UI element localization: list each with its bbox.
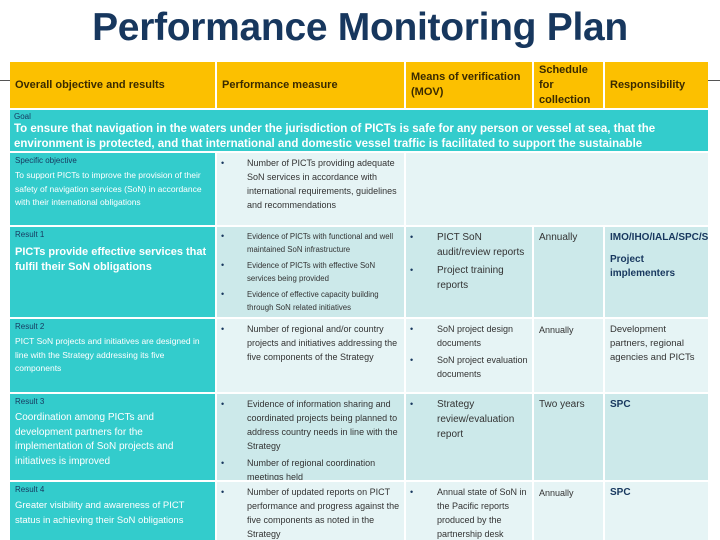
measure-item: • Evidence of PICTs with functional and w… <box>221 231 394 254</box>
header-schedule: Schedule for collection <box>534 62 603 108</box>
divider-line-left <box>0 80 10 81</box>
header-objective: Overall objective and results <box>10 62 215 108</box>
result-1-text: PICTs provide effective services that fu… <box>15 246 207 273</box>
header-responsibility: Responsibility <box>605 62 708 108</box>
specific-objective-measures: • Number of PICTs providing adequate SoN… <box>217 153 404 225</box>
measure-item: • Number of PICTs providing adequate SoN… <box>221 158 397 210</box>
result-1-responsibility: IMO/IHO/IALA/SPC/SPREP Project implement… <box>605 227 708 317</box>
result-3-label: Result 3 <box>15 397 45 406</box>
page-title: Performance Monitoring Plan <box>92 6 628 49</box>
measure-item: • Number of regional coordination meeting… <box>221 456 400 480</box>
bullet-icon: • <box>221 289 225 299</box>
result-3-text: Coordination among PICTs and development… <box>15 412 174 467</box>
result-4-schedule: Annually <box>534 482 603 540</box>
result-4-measures: • Number of updated reports on PICT perfo… <box>217 482 404 540</box>
result-3-mov: • Strategy review/evaluation report <box>406 394 532 480</box>
goal-text: To ensure that navigation in the waters … <box>14 123 656 150</box>
result-2-mov: • SoN project design documents • SoN proje… <box>406 319 532 392</box>
bullet-icon: • <box>221 158 225 168</box>
bullet-icon: • <box>410 232 414 242</box>
mov-item: • PICT SoN audit/review reports <box>410 232 525 258</box>
goal-row: Goal To ensure that navigation in the wa… <box>10 110 708 151</box>
measure-item: • Number of updated reports on PICT perfo… <box>221 487 400 539</box>
measure-item: • Evidence of effective capacity building… <box>221 289 379 312</box>
bullet-icon: • <box>410 487 414 497</box>
divider-line-right <box>708 80 720 81</box>
result-1-mov: • PICT SoN audit/review reports • Project … <box>406 227 532 317</box>
bullet-icon: • <box>410 399 414 409</box>
mov-item: • Annual state of SoN in the Pacific repo… <box>410 487 527 539</box>
bullet-icon: • <box>221 458 225 468</box>
result-3-measures: • Evidence of information sharing and coo… <box>217 394 404 480</box>
mov-item: • SoN project evaluation documents <box>410 355 528 379</box>
bullet-icon: • <box>410 265 414 275</box>
result-4-responsibility: SPC <box>605 482 708 540</box>
result-1-cell: Result 1 PICTs provide effective service… <box>10 227 215 317</box>
result-4-mov: • Annual state of SoN in the Pacific repo… <box>406 482 532 540</box>
result-3-schedule: Two years <box>534 394 603 480</box>
result-2-text: PICT SoN projects and initiatives are de… <box>15 336 200 373</box>
measure-item: • Evidence of PICTs with effective SoN se… <box>221 260 376 283</box>
result-1-measures: • Evidence of PICTs with functional and w… <box>217 227 404 317</box>
mov-item: • Strategy review/evaluation report <box>410 399 515 440</box>
header-measure: Performance measure <box>217 62 404 108</box>
measure-item: • Number of regional and/or country proje… <box>221 324 398 362</box>
result-2-responsibility: Development partners, regional agencies … <box>605 319 708 392</box>
bullet-icon: • <box>221 260 225 270</box>
specific-objective-empty <box>406 153 708 225</box>
result-4-label: Result 4 <box>15 485 45 494</box>
bullet-icon: • <box>410 324 414 334</box>
result-2-measures: • Number of regional and/or country proje… <box>217 319 404 392</box>
result-3-responsibility: SPC <box>605 394 708 480</box>
bullet-icon: • <box>221 399 225 409</box>
goal-label: Goal <box>14 112 31 121</box>
mov-item: • SoN project design documents <box>410 324 514 348</box>
specific-objective-cell: Specific objective To support PICTs to i… <box>10 153 215 225</box>
bullet-icon: • <box>410 355 414 365</box>
result-1-schedule: Annually <box>534 227 603 317</box>
result-1-label: Result 1 <box>15 230 45 239</box>
result-2-schedule: Annually <box>534 319 603 392</box>
result-2-label: Result 2 <box>15 322 45 331</box>
result-4-cell: Result 4 Greater visibility and awarenes… <box>10 482 215 540</box>
bullet-icon: • <box>221 487 225 497</box>
result-4-text: Greater visibility and awareness of PICT… <box>15 500 185 526</box>
result-3-cell: Result 3 Coordination among PICTs and de… <box>10 394 215 480</box>
bullet-icon: • <box>221 231 225 241</box>
measure-item: • Evidence of information sharing and coo… <box>221 399 398 451</box>
specific-objective-label: Specific objective <box>15 156 77 165</box>
header-mov: Means of verification (MOV) <box>406 62 532 108</box>
mov-item: • Project training reports <box>410 265 504 291</box>
result-2-cell: Result 2 PICT SoN projects and initiativ… <box>10 319 215 392</box>
specific-objective-text: To support PICTs to improve the provisio… <box>15 170 202 207</box>
bullet-icon: • <box>221 324 225 334</box>
